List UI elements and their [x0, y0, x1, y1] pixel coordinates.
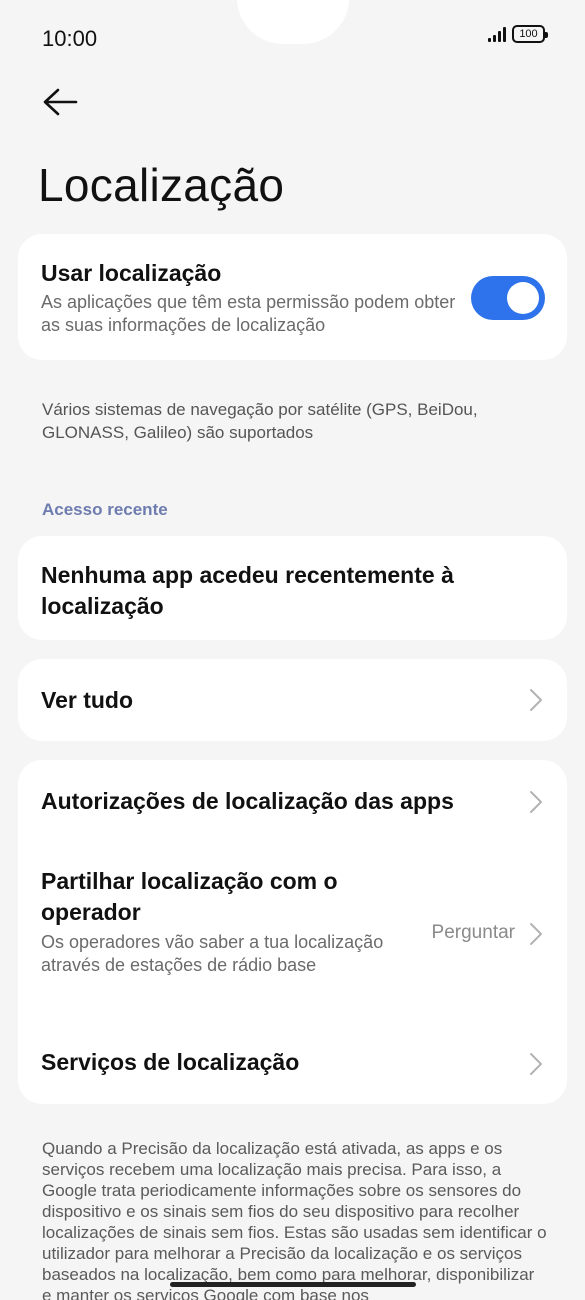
chevron-right-icon	[530, 923, 542, 945]
recent-access-header: Acesso recente	[42, 500, 168, 519]
chevron-right-icon	[530, 1053, 542, 1075]
use-location-toggle[interactable]	[471, 276, 545, 320]
use-location-description: As aplicações que têm esta permissão pod…	[41, 292, 456, 335]
share-with-operator-description: Os operadores vão saber a tua localizaçã…	[41, 932, 384, 975]
toggle-knob	[507, 282, 539, 314]
see-all-label: Ver tudo	[41, 687, 134, 713]
recent-access-card: Nenhuma app acedeu recentemente à locali…	[18, 536, 567, 640]
app-permissions-item[interactable]: Autorizações de localização das apps	[18, 760, 567, 844]
use-location-title: Usar localização	[41, 260, 222, 286]
see-all-button[interactable]: Ver tudo	[18, 659, 567, 741]
location-services-item[interactable]: Serviços de localização	[18, 1014, 567, 1104]
signal-icon	[488, 26, 506, 42]
location-settings-screen: 10:00 100 Localização Usar localização A…	[0, 0, 585, 1300]
home-indicator[interactable]	[170, 1282, 416, 1287]
battery-level: 100	[519, 28, 538, 40]
location-services-label: Serviços de localização	[41, 1049, 300, 1075]
gnss-note: Vários sistemas de navegação por satélit…	[42, 400, 478, 442]
status-icons: 100	[488, 25, 548, 43]
share-with-operator-item[interactable]: Partilhar localização com o operador Os …	[18, 844, 567, 1014]
chevron-right-icon	[530, 791, 542, 813]
chevron-right-icon	[530, 689, 542, 711]
app-permissions-label: Autorizações de localização das apps	[41, 788, 454, 814]
share-with-operator-value: Perguntar	[431, 922, 515, 943]
back-button[interactable]	[40, 86, 80, 118]
location-accuracy-footer: Quando a Precisão da localização está at…	[42, 1139, 547, 1300]
battery-icon: 100	[512, 25, 548, 43]
camera-notch	[237, 0, 349, 44]
status-time: 10:00	[42, 26, 98, 51]
use-location-card[interactable]: Usar localização As aplicações que têm e…	[18, 234, 567, 360]
page-title: Localização	[38, 159, 285, 211]
status-bar: 10:00 100	[0, 0, 585, 80]
no-recent-access-message: Nenhuma app acedeu recentemente à locali…	[41, 562, 454, 619]
share-with-operator-title: Partilhar localização com o operador	[41, 868, 338, 925]
arrow-left-icon	[43, 88, 78, 116]
location-settings-card: Autorizações de localização das apps Par…	[18, 760, 567, 1104]
